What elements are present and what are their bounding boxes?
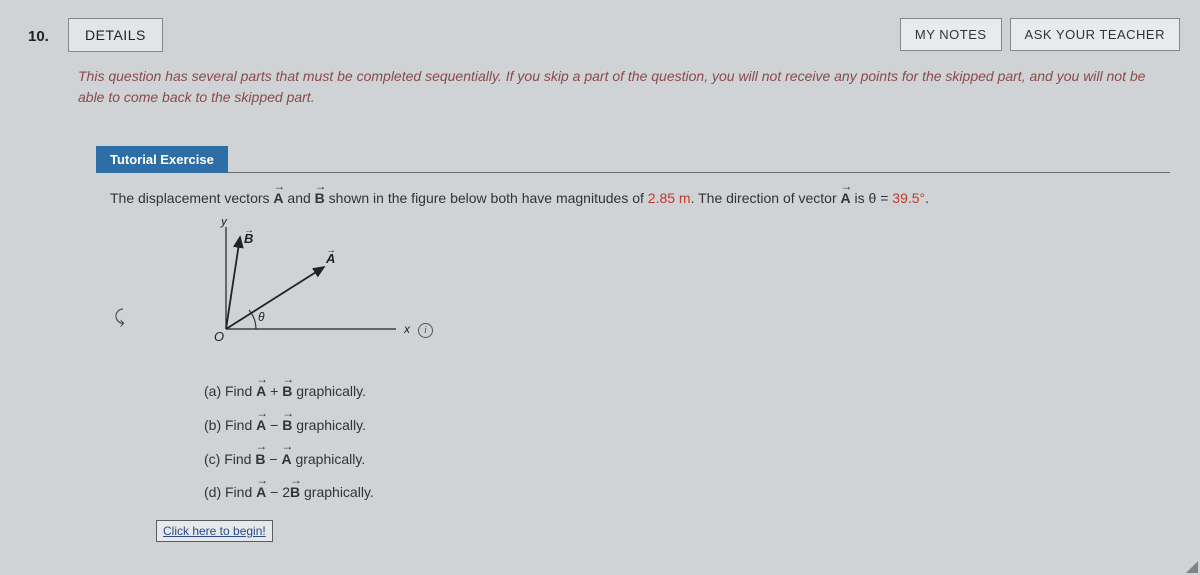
vector-B: B — [315, 187, 325, 209]
part-a: (a) Find A + B graphically. — [204, 375, 1170, 409]
begin-button[interactable]: Click here to begin! — [156, 520, 273, 542]
ask-teacher-button[interactable]: ASK YOUR TEACHER — [1010, 18, 1180, 51]
text: The displacement vectors — [110, 190, 273, 206]
part-c: (c) Find B − A graphically. — [204, 443, 1170, 477]
my-notes-button[interactable]: MY NOTES — [900, 18, 1002, 51]
tutorial-exercise-tab: Tutorial Exercise — [96, 146, 228, 173]
question-number: 10. — [28, 18, 68, 45]
details-button[interactable]: DETAILS — [68, 18, 163, 52]
text: and — [284, 190, 315, 206]
part-b: (b) Find A − B graphically. — [204, 409, 1170, 443]
svg-text:θ: θ — [258, 310, 265, 324]
svg-text:y: y — [220, 219, 228, 228]
question-parts: (a) Find A + B graphically. (b) Find A −… — [96, 369, 1170, 509]
vector-A: A — [256, 476, 266, 510]
svg-text:x: x — [403, 322, 411, 336]
svg-text:→ A: → A — [325, 241, 340, 266]
resize-handle-icon[interactable] — [1186, 561, 1198, 573]
vector-B: B — [290, 476, 300, 510]
info-icon[interactable]: i — [418, 323, 433, 338]
sequential-warning: This question has several parts that mus… — [78, 66, 1170, 126]
svg-text:O: O — [214, 329, 224, 344]
vector-figure: ⤹ x y O θ — [156, 219, 416, 359]
problem-statement: The displacement vectors A and B shown i… — [96, 173, 1170, 215]
text: . The direction of vector — [691, 190, 841, 206]
vector-A: A — [841, 187, 851, 209]
angle-value: 39.5° — [892, 190, 925, 206]
vector-A: A — [273, 187, 283, 209]
cursor-icon: ⤹ — [114, 307, 125, 328]
magnitude-value: 2.85 m — [648, 190, 691, 206]
text: . — [925, 190, 929, 206]
part-d: (d) Find A − 2B graphically. — [204, 476, 1170, 510]
svg-text:→ B: → B — [244, 221, 258, 246]
text: shown in the figure below both have magn… — [325, 190, 648, 206]
text: is θ = — [851, 190, 893, 206]
